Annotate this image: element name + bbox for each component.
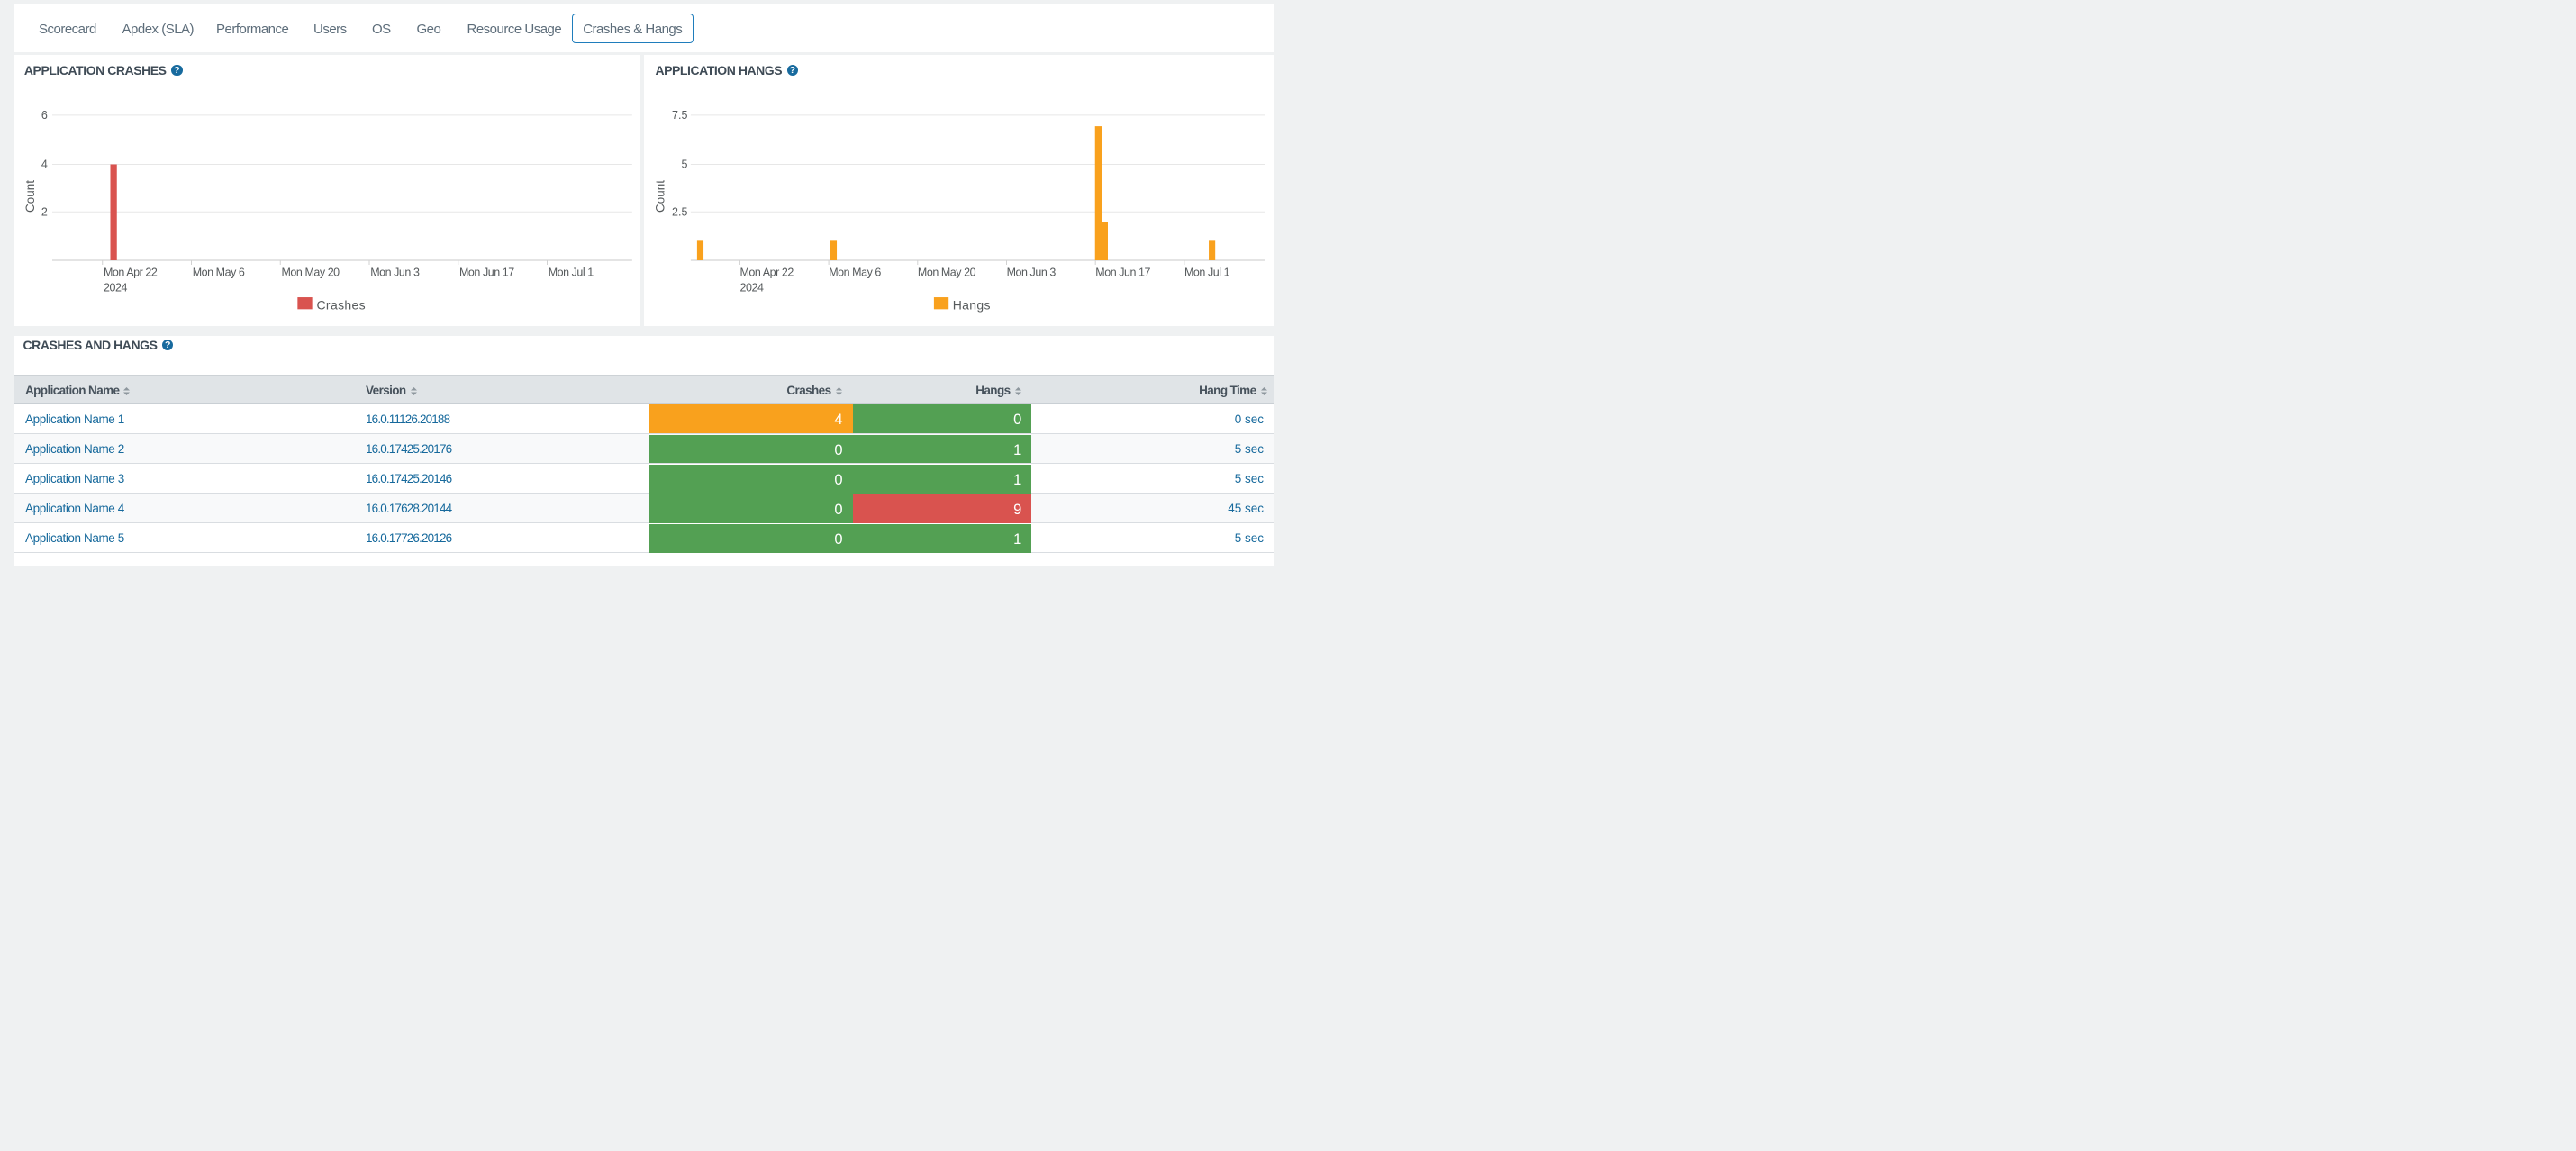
svg-text:Mon Jun 3: Mon Jun 3 <box>370 266 420 278</box>
svg-text:Mon Apr 22: Mon Apr 22 <box>740 266 794 278</box>
svg-text:Mon Jun 17: Mon Jun 17 <box>1095 266 1150 278</box>
svg-text:2024: 2024 <box>103 281 126 294</box>
svg-text:Count: Count <box>653 179 667 212</box>
svg-text:6: 6 <box>41 109 47 122</box>
svg-text:Mon May 6: Mon May 6 <box>192 266 244 278</box>
svg-text:4: 4 <box>41 158 47 170</box>
svg-text:Mon May 20: Mon May 20 <box>918 266 976 278</box>
svg-text:Mon Apr 22: Mon Apr 22 <box>103 266 157 278</box>
svg-text:5: 5 <box>682 158 688 170</box>
svg-text:Mon May 6: Mon May 6 <box>829 266 881 278</box>
svg-text:Hangs: Hangs <box>953 297 991 312</box>
svg-text:Mon Jun 17: Mon Jun 17 <box>458 266 513 278</box>
svg-text:2.5: 2.5 <box>672 205 687 218</box>
svg-text:Crashes: Crashes <box>316 297 366 312</box>
svg-text:Mon May 20: Mon May 20 <box>281 266 340 278</box>
svg-text:2: 2 <box>41 205 47 218</box>
svg-text:2024: 2024 <box>740 281 764 294</box>
svg-text:Mon Jun 3: Mon Jun 3 <box>1007 266 1057 278</box>
svg-text:7.5: 7.5 <box>672 109 687 122</box>
svg-text:Mon Jul 1: Mon Jul 1 <box>1184 266 1230 278</box>
svg-text:Count: Count <box>23 179 36 212</box>
svg-text:Mon Jul 1: Mon Jul 1 <box>548 266 594 278</box>
